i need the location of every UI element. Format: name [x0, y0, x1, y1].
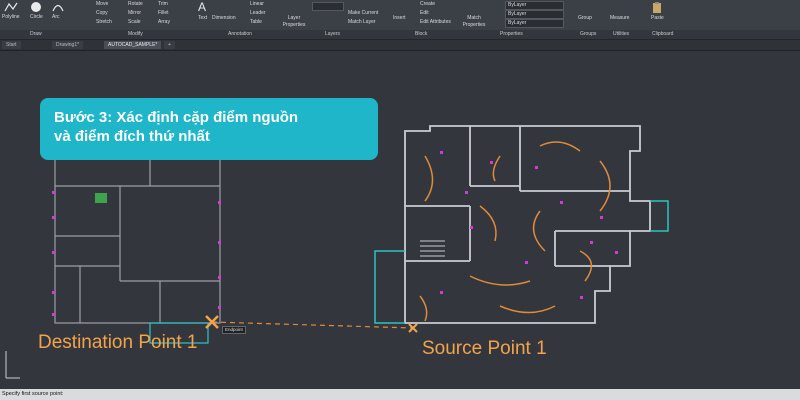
- panel-layers-label: Layers: [325, 31, 341, 37]
- insert-button[interactable]: Insert: [393, 15, 406, 22]
- color-dropdown[interactable]: ByLayer: [505, 1, 564, 10]
- destination-point-label: Destination Point 1: [38, 332, 198, 353]
- table-tool[interactable]: Table: [250, 19, 262, 26]
- make-current-button[interactable]: Make Current: [348, 10, 378, 17]
- panel-annotation-label: Annotation: [228, 31, 252, 37]
- linear-tool[interactable]: Linear: [250, 1, 264, 8]
- leader-tool[interactable]: Leader: [250, 10, 266, 17]
- panel-properties-label: Properties: [500, 31, 523, 37]
- green-fixture: [95, 193, 107, 203]
- arc-button[interactable]: Arc: [52, 14, 60, 21]
- copy-tool[interactable]: Copy: [96, 10, 108, 17]
- circle-icon[interactable]: [30, 1, 42, 13]
- stretch-tool[interactable]: Stretch: [96, 19, 112, 26]
- destination-floor-plan: [54, 156, 221, 344]
- lineweight-dropdown[interactable]: ByLayer: [505, 19, 564, 28]
- destination-plan-markers: [52, 191, 221, 316]
- layer-properties-button[interactable]: Layer Properties: [280, 15, 308, 29]
- polyline-button[interactable]: Polyline: [2, 14, 20, 21]
- trim-tool[interactable]: Trim: [158, 1, 168, 8]
- panel-clipboard-label: Clipboard: [652, 31, 674, 37]
- fillet-tool[interactable]: Fillet: [158, 10, 169, 17]
- panel-modify-label: Modify: [128, 31, 143, 37]
- clipboard-icon[interactable]: [651, 2, 663, 14]
- group-button[interactable]: Group: [578, 15, 592, 22]
- tab-new[interactable]: +: [164, 41, 175, 49]
- callout-line-2: và điểm đích thứ nhất: [54, 128, 210, 145]
- linetype-dropdown[interactable]: ByLayer: [505, 10, 564, 19]
- source-plan-stair: [420, 240, 445, 257]
- callout-line-1: Bước 3: Xác định cặp điểm nguồn: [54, 109, 299, 126]
- file-tab-bar: Start Drawing1* AUTOCAD_SAMPLE* +: [0, 40, 800, 51]
- command-line[interactable]: Specify first source point:: [0, 389, 800, 400]
- layer-dropdown[interactable]: [312, 2, 344, 11]
- match-layer-button[interactable]: Match Layer: [348, 19, 376, 26]
- edit-block-button[interactable]: Edit: [420, 10, 429, 17]
- dimension-button[interactable]: Dimension: [212, 15, 236, 22]
- ucs-icon: [5, 351, 20, 379]
- circle-button[interactable]: Circle: [30, 14, 43, 21]
- rotate-tool[interactable]: Rotate: [128, 1, 143, 8]
- scale-tool[interactable]: Scale: [128, 19, 141, 26]
- panel-block-label: Block: [415, 31, 428, 37]
- array-tool[interactable]: Array: [158, 19, 170, 26]
- paste-button[interactable]: Paste: [651, 15, 664, 22]
- step-callout: Bước 3: Xác định cặp điểm nguồn và điểm …: [40, 98, 378, 160]
- tab-drawing1[interactable]: Drawing1*: [52, 41, 84, 49]
- source-plan-cyan-outline: [374, 200, 669, 324]
- mirror-tool[interactable]: Mirror: [128, 10, 141, 17]
- endpoint-snap-tooltip: Endpoint: [222, 326, 246, 334]
- text-button[interactable]: Text: [198, 15, 207, 22]
- tab-autocad-sample[interactable]: AUTOCAD_SAMPLE*: [104, 41, 162, 49]
- source-point-label: Source Point 1: [422, 338, 547, 359]
- measure-button[interactable]: Measure: [610, 15, 629, 22]
- panel-draw-label: Draw: [30, 31, 42, 37]
- ribbon-panel-labels: Draw Modify Annotation Layers Block Prop…: [0, 30, 800, 40]
- move-tool[interactable]: Move: [96, 1, 108, 8]
- edit-attributes-button[interactable]: Edit Attributes: [420, 19, 451, 26]
- panel-utilities-label: Utilities: [613, 31, 630, 37]
- create-block-button[interactable]: Create: [420, 1, 435, 8]
- panel-groups-label: Groups: [580, 31, 597, 37]
- match-properties-button[interactable]: Match Properties: [460, 15, 488, 29]
- tab-start[interactable]: Start: [2, 41, 21, 49]
- polyline-icon[interactable]: [4, 2, 18, 12]
- ribbon-toolbar: Polyline Circle Arc Move Rotate Trim Cop…: [0, 0, 800, 31]
- arc-icon[interactable]: [52, 2, 64, 12]
- source-plan-markers: [440, 151, 618, 299]
- text-icon[interactable]: A: [198, 0, 206, 14]
